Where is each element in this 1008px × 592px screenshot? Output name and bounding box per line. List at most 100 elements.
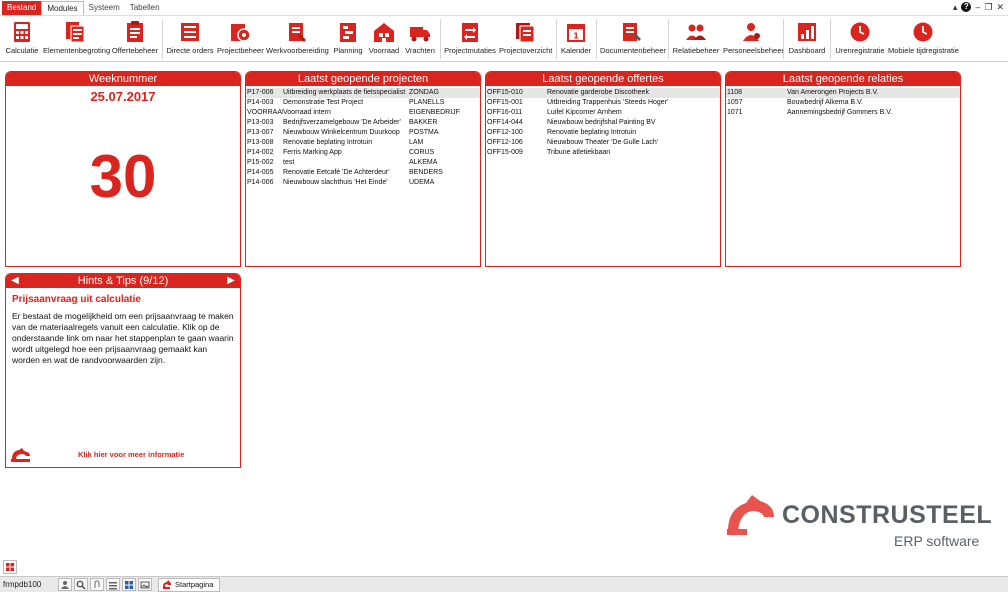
ribbon-separator xyxy=(556,19,557,59)
list-item[interactable]: OFF12-106 Nieuwbouw Theater 'De Gulle Lac… xyxy=(486,138,720,148)
ribbon-label: Voorraad xyxy=(368,46,400,55)
list-item[interactable]: P14-006 Nieuwbouw slachthuis 'Het Einde' U… xyxy=(246,178,480,188)
restore-icon[interactable]: – xyxy=(975,2,980,12)
project-client: POSTMA xyxy=(409,129,439,136)
list-item[interactable]: 1071 Aannemingsbedrijf Gommers B.V. xyxy=(726,108,960,118)
werkvoorbereiding-button[interactable]: Werkvoorbereiding xyxy=(266,17,329,62)
offer-code: OFF12-106 xyxy=(487,139,523,146)
tab-label: Startpagina xyxy=(175,580,214,589)
brand-subtitle: ERP software xyxy=(894,533,980,549)
project-code: VOORRAAD xyxy=(247,109,283,116)
overview-icon xyxy=(516,23,535,43)
list-item[interactable]: OFF16-011 Luifel Kipcorner Arnhem xyxy=(486,108,720,118)
brand-logo: CONSTRUSTEEL ERP software xyxy=(724,487,994,557)
projectoverzicht-button[interactable]: Projectoverzicht xyxy=(499,17,553,62)
minimize-icon[interactable]: ▴ xyxy=(953,2,958,12)
construsteel-logo-icon xyxy=(727,495,774,535)
kalender-button[interactable]: 1 Kalender xyxy=(560,17,592,62)
arrow-right-icon[interactable]: ▶ xyxy=(226,274,236,288)
urenregistratie-button[interactable]: Urenregistratie xyxy=(834,17,886,62)
list-item[interactable]: P13-003 Bedrijfsverzamelgebouw 'De Arbeid… xyxy=(246,118,480,128)
calculatie-button[interactable]: Calculatie xyxy=(4,17,40,62)
mobile-clock-icon xyxy=(913,22,933,42)
list-item[interactable]: OFF12-100 Renovatie beplating Introtuin xyxy=(486,128,720,138)
attachment-icon[interactable] xyxy=(90,578,104,591)
window-controls: ▴ ? – ❐ ✕ xyxy=(953,2,1004,12)
project-client: LAM xyxy=(409,139,424,146)
search-icon[interactable] xyxy=(74,578,88,591)
image-icon[interactable] xyxy=(138,578,152,591)
ribbon-separator xyxy=(830,19,831,59)
brand-name: CONSTRUSTEEL xyxy=(782,501,993,529)
help-icon[interactable]: ? xyxy=(961,2,972,12)
week-number: 30 xyxy=(89,143,157,210)
list-item[interactable]: VOORRAADVoorraad intern EIGENBEDRIJF xyxy=(246,108,480,118)
more-info-link[interactable]: Klik hier voor meer informatie xyxy=(78,450,184,459)
staff-icon xyxy=(743,23,760,41)
warehouse-icon xyxy=(374,23,394,42)
project-name: Demonstratie Test Project xyxy=(283,99,364,106)
list-item[interactable]: 1057 Bouwbedrijf Alkema B.V. xyxy=(726,98,960,108)
offers-list: OFF15-010 Renovatie garderobe Discotheek … xyxy=(486,86,720,158)
offertebeheer-button[interactable]: Offertebeheer xyxy=(111,17,159,62)
project-code: P15-002 xyxy=(247,159,274,166)
close-icon[interactable]: ✕ xyxy=(996,2,1004,12)
project-name: test xyxy=(283,159,295,166)
directe-orders-button[interactable]: Directe orders xyxy=(166,17,214,62)
ribbon-label: Offertebeheer xyxy=(111,46,159,55)
list-item[interactable]: OFF14-044 Nieuwbouw bedrijfshal Painting … xyxy=(486,118,720,128)
users-icon[interactable] xyxy=(58,578,72,591)
ribbon-label: Documentenbeheer xyxy=(600,46,666,55)
mobiele-tijdregistratie-button[interactable]: Mobiele tijdregistratie xyxy=(888,17,959,62)
ribbon-toolbar: Calculatie Elementenbegroting Offertebeh… xyxy=(0,17,1008,62)
project-code: P13-007 xyxy=(247,129,274,136)
start-grid-button[interactable] xyxy=(3,560,17,574)
project-code: P17-006 xyxy=(247,89,274,96)
list-item[interactable]: OFF15-009 Tribune atletiekbaan xyxy=(486,148,720,158)
quote-icon xyxy=(127,21,143,42)
projectmutaties-button[interactable]: Projectmutaties xyxy=(444,17,496,62)
menu-tab-systeem[interactable]: Systeem xyxy=(84,1,125,15)
vrachten-button[interactable]: Vrachten xyxy=(404,17,436,62)
status-bar: frmpdb100 Startpagina xyxy=(0,576,1008,592)
tile-view-icon[interactable] xyxy=(122,578,136,591)
project-client: ALKEMA xyxy=(409,159,438,166)
personeelsbeheer-button[interactable]: Personeelsbeheer xyxy=(723,17,784,62)
list-item[interactable]: OFF15-010 Renovatie garderobe Discotheek xyxy=(486,88,720,98)
relations-icon xyxy=(686,24,706,40)
ribbon-separator xyxy=(668,19,669,59)
list-item[interactable]: P15-002 test ALKEMA xyxy=(246,158,480,168)
tab-startpagina[interactable]: Startpagina xyxy=(158,577,221,592)
relatiebeheer-button[interactable]: Relatiebeheer xyxy=(672,17,720,62)
menu-tab-tabellen[interactable]: Tabellen xyxy=(125,1,165,15)
planning-button[interactable]: Planning xyxy=(332,17,364,62)
voorraad-button[interactable]: Voorraad xyxy=(367,17,401,62)
list-item[interactable]: P13-007 Nieuwbouw Winkelcentrum Duurkoop P… xyxy=(246,128,480,138)
elementenbegroting-button[interactable]: Elementenbegroting xyxy=(43,17,110,62)
ribbon-label: Dashboard xyxy=(788,46,826,55)
arrow-left-icon[interactable]: ◀ xyxy=(10,274,20,288)
projectbeheer-button[interactable]: Projectbeheer xyxy=(217,17,264,62)
maximize-icon[interactable]: ❐ xyxy=(984,2,992,12)
list-item[interactable]: OFF15-001 Uitbreiding Trappenhuis 'Steeds… xyxy=(486,98,720,108)
project-code: P13-008 xyxy=(247,139,274,146)
list-view-icon[interactable] xyxy=(106,578,120,591)
relation-name: Aannemingsbedrijf Gommers B.V. xyxy=(787,109,893,116)
documentenbeheer-button[interactable]: Documentenbeheer xyxy=(600,17,666,62)
calculator-icon xyxy=(14,22,30,42)
menu-tab-modules[interactable]: Modules xyxy=(41,1,84,15)
menu-tab-bestand[interactable]: Bestand xyxy=(2,1,42,15)
grid-icon xyxy=(6,563,14,571)
list-item[interactable]: P13-008 Renovatie beplating Introtuin LAM xyxy=(246,138,480,148)
list-item[interactable]: P14-003 Demonstratie Test Project PLANELLS xyxy=(246,98,480,108)
list-item[interactable]: 1108 Van Amerongen Projects B.V. xyxy=(726,88,960,98)
calendar-icon: 1 xyxy=(567,24,585,42)
list-item[interactable]: P14-002 Ferris Marking App CORUS xyxy=(246,148,480,158)
list-item[interactable]: P17-006 Uitbreiding werkplaats de fietssp… xyxy=(246,88,480,98)
ribbon-label: Projectoverzicht xyxy=(499,46,553,55)
ribbon-label: Projectmutaties xyxy=(444,46,496,55)
list-item[interactable]: P14-005 Renovatie Eetcafé 'De Achterdeur'… xyxy=(246,168,480,178)
offer-code: OFF15-010 xyxy=(487,89,523,96)
svg-text:1: 1 xyxy=(573,32,579,41)
dashboard-button[interactable]: Dashboard xyxy=(787,17,827,62)
